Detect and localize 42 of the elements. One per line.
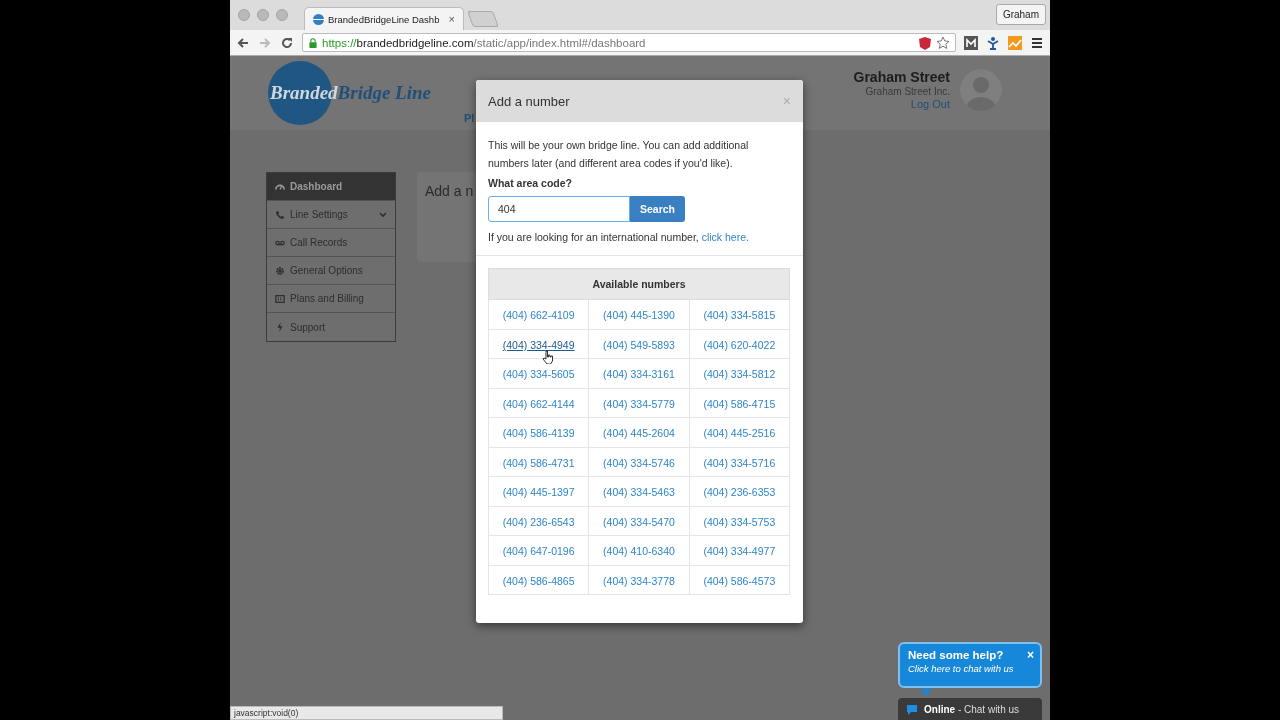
user-name: Graham Street: [853, 69, 950, 85]
figure-icon[interactable]: [986, 35, 1000, 50]
help-subtitle: Click here to chat with us: [908, 663, 1014, 674]
reload-icon[interactable]: [280, 35, 294, 50]
bubble-tail: [920, 689, 932, 696]
chat-status: Online - Chat with us: [924, 703, 1020, 715]
browser-tab[interactable]: BrandedBridgeLine Dashb ×: [304, 7, 464, 30]
click-here-link[interactable]: click here.: [701, 231, 749, 243]
globe-icon: [313, 13, 324, 25]
table-header: Available numbers: [488, 268, 790, 300]
logo[interactable]: BrandedBridge Line: [268, 61, 431, 125]
field-label: What area code?: [488, 177, 574, 189]
speech-bubble-icon: [906, 703, 918, 715]
chat-bar[interactable]: Online - Chat with us: [898, 698, 1042, 720]
status-bar: javascript:void(0): [230, 706, 503, 720]
menu-icon[interactable]: [1030, 35, 1044, 50]
modal-title: Add a number: [488, 93, 570, 109]
close-button[interactable]: ×: [1027, 648, 1034, 662]
back-icon[interactable]: [236, 35, 250, 50]
hint-text: If you are looking for an international number, click here.: [488, 231, 750, 243]
lock-icon: [308, 35, 318, 50]
bolt-icon: [275, 322, 285, 332]
hand-cursor-icon: [542, 349, 554, 364]
panel-title: Add a n: [425, 183, 474, 199]
chart-icon[interactable]: [1008, 35, 1022, 50]
profile-button[interactable]: Graham: [995, 4, 1046, 25]
star-icon[interactable]: [936, 35, 950, 50]
close-icon[interactable]: ×: [448, 13, 455, 25]
help-bubble[interactable]: Need some help? Click here to chat with us ×: [898, 642, 1042, 688]
sidebar-item[interactable]: Dashboard: [267, 173, 395, 201]
shield-icon[interactable]: [918, 35, 932, 50]
address-bar[interactable]: https://brandedbridgeline.com/static/app/index.html#/dashboard: [302, 33, 956, 52]
search-button[interactable]: Search: [630, 196, 686, 222]
area-code-field[interactable]: 404: [488, 196, 630, 222]
caret-icon: [379, 210, 387, 219]
settings-icon: [275, 265, 285, 276]
card-icon: [275, 293, 285, 304]
m-square-icon[interactable]: [964, 35, 978, 50]
url-text: https://brandedbridgeline.com/static/app/index.html#/dashboard: [322, 36, 646, 49]
intro-text: This will be your own bridge line. You can add additional numbers later (and different area codes if you'd like).: [488, 138, 750, 171]
phone-icon: [275, 209, 285, 220]
help-title: Need some help?: [908, 649, 1004, 661]
